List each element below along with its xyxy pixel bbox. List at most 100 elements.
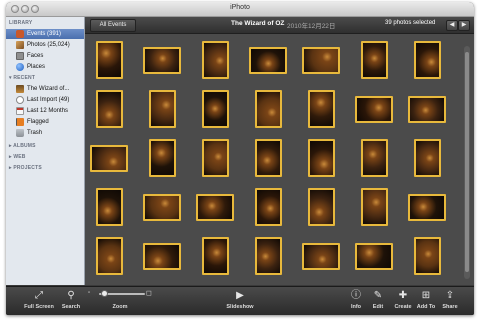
- albums-section-header[interactable]: ▸ ALBUMS: [9, 143, 36, 149]
- create-icon: ✚: [398, 290, 408, 301]
- album-title: The Wizard of OZ: [231, 20, 285, 27]
- zoom-slider-knob[interactable]: [101, 290, 108, 297]
- photo-thumbnail[interactable]: [360, 139, 388, 177]
- calendar-icon: [16, 107, 24, 115]
- sidebar-item-last-import[interactable]: Last Import (49): [6, 95, 84, 105]
- sidebar-item-label: Events (391): [27, 31, 62, 37]
- arrow-left-icon[interactable]: ◀: [446, 20, 458, 31]
- photo-thumbnail[interactable]: [254, 139, 282, 177]
- photo-thumbnail[interactable]: [413, 41, 441, 79]
- sidebar-item-label: Last Import (49): [27, 97, 70, 103]
- photo-thumbnail[interactable]: [201, 41, 229, 79]
- event-thumbnail-icon: [16, 85, 24, 93]
- photo-thumbnail[interactable]: [408, 95, 446, 123]
- sidebar-item-label: Faces: [27, 53, 44, 59]
- library-section-header: LIBRARY: [9, 20, 33, 26]
- sidebar-item-label: Places: [27, 64, 46, 70]
- sidebar-item-wizard-of-oz[interactable]: The Wizard of...: [6, 84, 84, 94]
- trash-icon: [16, 129, 24, 137]
- photo-thumbnail[interactable]: [413, 237, 441, 275]
- web-section-header[interactable]: ▸ WEB: [9, 154, 26, 160]
- photo-thumbnail[interactable]: [249, 46, 287, 74]
- places-icon: [16, 63, 24, 71]
- photo-thumbnail[interactable]: [302, 242, 340, 270]
- photo-thumbnail[interactable]: [201, 139, 229, 177]
- sidebar-item-places[interactable]: Places: [6, 62, 84, 72]
- sidebar-item-label: Trash: [27, 130, 43, 136]
- photo-thumbnail[interactable]: [201, 237, 229, 275]
- photo-thumbnail[interactable]: [148, 90, 176, 128]
- photo-thumbnail[interactable]: [90, 144, 128, 172]
- photo-thumbnail[interactable]: [143, 193, 181, 221]
- sidebar-item-events[interactable]: Events (391): [6, 29, 84, 39]
- album-date: 2010年12月22日: [287, 23, 336, 30]
- clock-icon: [16, 96, 24, 104]
- edit-button[interactable]: ✎ Edit: [371, 287, 385, 315]
- faces-icon: [16, 52, 24, 60]
- pencil-icon: ✎: [373, 290, 383, 301]
- window-title: iPhoto: [230, 4, 250, 11]
- events-icon: [16, 30, 24, 38]
- add-to-icon: ⊞: [421, 290, 431, 301]
- photo-thumbnail[interactable]: [143, 46, 181, 74]
- full-screen-icon: ⤢: [35, 290, 43, 301]
- photo-thumbnail[interactable]: [196, 193, 234, 221]
- add-to-button[interactable]: ⊞ Add To: [417, 287, 436, 315]
- flag-icon: [16, 118, 24, 126]
- photo-thumbnail[interactable]: [143, 242, 181, 270]
- sidebar-item-flagged[interactable]: Flagged: [6, 117, 84, 127]
- photo-thumbnail[interactable]: [413, 139, 441, 177]
- photo-thumbnail[interactable]: [254, 90, 282, 128]
- share-button[interactable]: ⇪ Share: [442, 287, 458, 315]
- sidebar-item-label: The Wizard of...: [27, 86, 70, 92]
- iphoto-window: iPhoto LIBRARY Events (391) Photos (25,0…: [6, 2, 474, 315]
- photo-thumbnail[interactable]: [355, 95, 393, 123]
- play-icon: ▶: [236, 290, 244, 301]
- slideshow-button[interactable]: ▶ Slideshow: [226, 287, 253, 315]
- sidebar-item-photos[interactable]: Photos (25,024): [6, 40, 84, 50]
- photo-thumbnail[interactable]: [148, 139, 176, 177]
- photo-thumbnail[interactable]: [360, 188, 388, 226]
- photo-thumbnail[interactable]: [95, 237, 123, 275]
- projects-section-header[interactable]: ▸ PROJECTS: [9, 165, 42, 171]
- photos-icon: [16, 41, 24, 49]
- title-bar: iPhoto: [6, 2, 474, 17]
- photo-thumbnail[interactable]: [307, 188, 335, 226]
- photo-thumbnail[interactable]: [307, 139, 335, 177]
- photo-thumbnail[interactable]: [254, 237, 282, 275]
- arrow-right-icon[interactable]: ▶: [458, 20, 470, 31]
- zoom-control: ▫ ◻ Zoom: [88, 290, 152, 310]
- sidebar-item-last-12-months[interactable]: Last 12 Months: [6, 106, 84, 116]
- event-header-bar: All Events The Wizard of OZ 2010年12月22日 …: [85, 17, 474, 34]
- search-button[interactable]: ⚲ Search: [62, 287, 80, 315]
- photo-thumbnail[interactable]: [95, 188, 123, 226]
- large-thumbnail-icon: ◻: [146, 290, 152, 297]
- sidebar: LIBRARY Events (391) Photos (25,024) Fac…: [6, 17, 85, 285]
- search-icon: ⚲: [67, 290, 75, 301]
- photo-thumbnail[interactable]: [355, 242, 393, 270]
- photo-thumbnail[interactable]: [408, 193, 446, 221]
- sidebar-item-trash[interactable]: Trash: [6, 128, 84, 138]
- info-icon: ⓘ: [351, 290, 361, 301]
- photo-thumbnail[interactable]: [95, 41, 123, 79]
- sidebar-item-label: Photos (25,024): [27, 42, 70, 48]
- share-icon: ⇪: [445, 290, 455, 301]
- bottom-toolbar: ⤢ Full Screen ⚲ Search ▫ ◻ Zoom ▶ Slides…: [6, 286, 474, 315]
- photo-thumbnail[interactable]: [307, 90, 335, 128]
- photo-thumbnail[interactable]: [302, 46, 340, 74]
- sidebar-item-label: Flagged: [27, 119, 49, 125]
- photo-grid[interactable]: [85, 34, 474, 285]
- create-button[interactable]: ✚ Create: [394, 287, 411, 315]
- sidebar-item-label: Last 12 Months: [27, 108, 69, 114]
- recent-section-header[interactable]: ▾ RECENT: [9, 75, 35, 81]
- photo-thumbnail[interactable]: [95, 90, 123, 128]
- photo-thumbnail[interactable]: [360, 41, 388, 79]
- full-screen-button[interactable]: ⤢ Full Screen: [24, 287, 54, 315]
- sidebar-item-faces[interactable]: Faces: [6, 51, 84, 61]
- all-events-button[interactable]: All Events: [90, 19, 136, 32]
- info-button[interactable]: ⓘ Info: [349, 287, 363, 315]
- photo-thumbnail[interactable]: [201, 90, 229, 128]
- scrollbar-thumb[interactable]: [465, 52, 469, 272]
- small-thumbnail-icon: ▫: [88, 290, 91, 296]
- photo-thumbnail[interactable]: [254, 188, 282, 226]
